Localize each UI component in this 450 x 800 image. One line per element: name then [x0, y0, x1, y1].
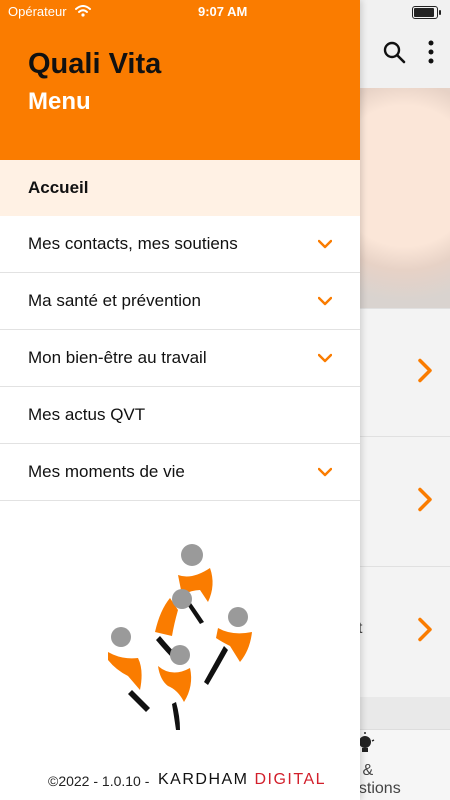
menu-item-label: Mon bien-être au travail — [28, 348, 207, 367]
kardham-digital-brand: KARDHAM DIGITAL — [158, 771, 326, 789]
menu-item-actus[interactable]: Mes actus QVT — [0, 387, 360, 444]
more-vertical-icon[interactable] — [428, 40, 434, 69]
menu-item-accueil[interactable]: Accueil — [0, 160, 360, 216]
carrier-label: Opérateur — [8, 4, 67, 19]
brand-digital: DIGITAL — [254, 771, 327, 788]
menu-item-bien-etre[interactable]: Mon bien-être au travail — [0, 330, 360, 387]
menu-item-label: Mes moments de vie — [28, 462, 185, 481]
chevron-down-icon — [318, 467, 332, 477]
battery-icon — [412, 6, 441, 19]
quali-vita-logo — [108, 544, 252, 730]
brand-kardham: KARDHAM — [158, 771, 249, 788]
status-bar: Opérateur 9:07 AM — [0, 0, 450, 24]
menu-item-label: Accueil — [28, 178, 89, 197]
menu-item-moments[interactable]: Mes moments de vie — [0, 444, 360, 501]
chevron-right-icon — [418, 358, 432, 388]
menu-title: Menu — [28, 88, 91, 115]
wifi-icon — [75, 5, 91, 20]
menu-item-contacts[interactable]: Mes contacts, mes soutiens — [0, 216, 360, 273]
menu-item-label: Mes actus QVT — [28, 405, 146, 424]
copyright-text: ©2022 - 1.0.10 - — [48, 773, 150, 789]
side-drawer: Quali Vita Menu Accueil Mes contacts, me… — [0, 0, 360, 800]
chevron-down-icon — [318, 353, 332, 363]
background-actions — [382, 40, 434, 69]
menu-item-label: Ma santé et prévention — [28, 291, 201, 310]
menu-item-sante[interactable]: Ma santé et prévention — [0, 273, 360, 330]
chevron-down-icon — [318, 239, 332, 249]
app-title: Quali Vita — [28, 48, 162, 80]
drawer-header: Quali Vita Menu — [0, 0, 360, 160]
chevron-down-icon — [318, 296, 332, 306]
status-time: 9:07 AM — [198, 4, 248, 19]
menu-item-label: Mes contacts, mes soutiens — [28, 234, 238, 253]
drawer-footer: ©2022 - 1.0.10 - KARDHAM DIGITAL — [0, 765, 360, 795]
search-icon[interactable] — [382, 40, 406, 69]
chevron-right-icon — [418, 617, 432, 647]
chevron-right-icon — [418, 487, 432, 517]
menu-list: Accueil Mes contacts, mes soutiens Ma sa… — [0, 160, 360, 501]
